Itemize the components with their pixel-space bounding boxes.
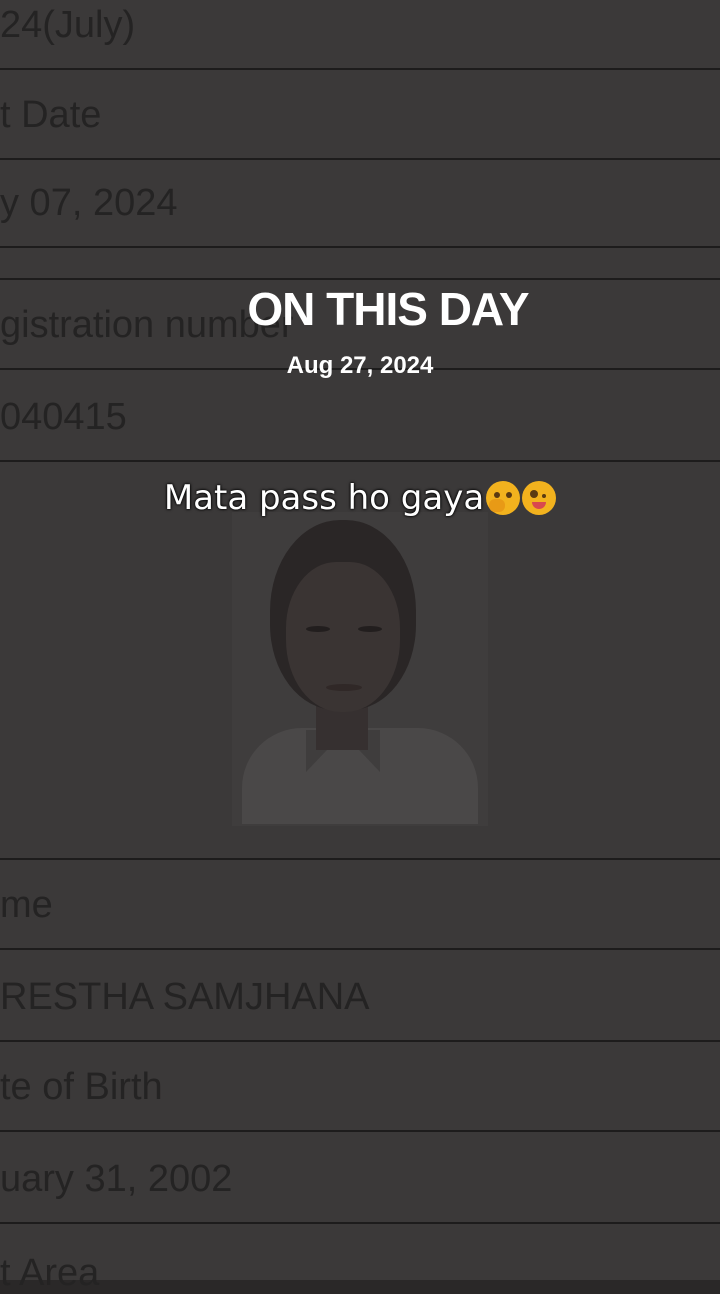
- photo-neck: [316, 706, 368, 750]
- document-row-text: y 07, 2024: [0, 182, 178, 224]
- document-row: me: [0, 860, 720, 950]
- document-row: t Date: [0, 68, 720, 160]
- photo-eye: [306, 626, 330, 632]
- document-row-text: t Area: [0, 1252, 100, 1294]
- document-row: t Area: [0, 1224, 720, 1294]
- document-row-text: 040415: [0, 396, 127, 438]
- document-row: uary 31, 2002: [0, 1132, 720, 1224]
- memory-date: Aug 27, 2024: [286, 352, 434, 379]
- document-row: RESTHA SAMJHANA: [0, 950, 720, 1042]
- photo-eye: [358, 626, 382, 632]
- document-row-text: RESTHA SAMJHANA: [0, 976, 370, 1018]
- document-row-text: t Date: [0, 94, 102, 136]
- document-row: 24(July): [0, 0, 720, 70]
- document-row: y 07, 2024: [0, 160, 720, 248]
- document-row-text: 24(July): [0, 4, 136, 46]
- caption-text: Mata pass ho gaya: [163, 478, 485, 518]
- document-row-text: te of Birth: [0, 1066, 163, 1108]
- photo-mouth: [326, 684, 362, 691]
- document-row-text: me: [0, 884, 53, 926]
- on-this-day-title: ON THIS DAY: [247, 283, 529, 335]
- caption-text-block: Mata pass ho gaya: [0, 478, 720, 518]
- background-document: 24(July) t Date y 07, 2024 gistration nu…: [0, 0, 720, 1292]
- document-row: te of Birth: [0, 1042, 720, 1132]
- document-row: 040415: [0, 370, 720, 462]
- document-row-text: uary 31, 2002: [0, 1158, 233, 1200]
- document-row-divider: [0, 248, 720, 280]
- zany-face-emoji-icon: [522, 481, 557, 515]
- face-with-hand-over-mouth-emoji-icon: [486, 481, 521, 515]
